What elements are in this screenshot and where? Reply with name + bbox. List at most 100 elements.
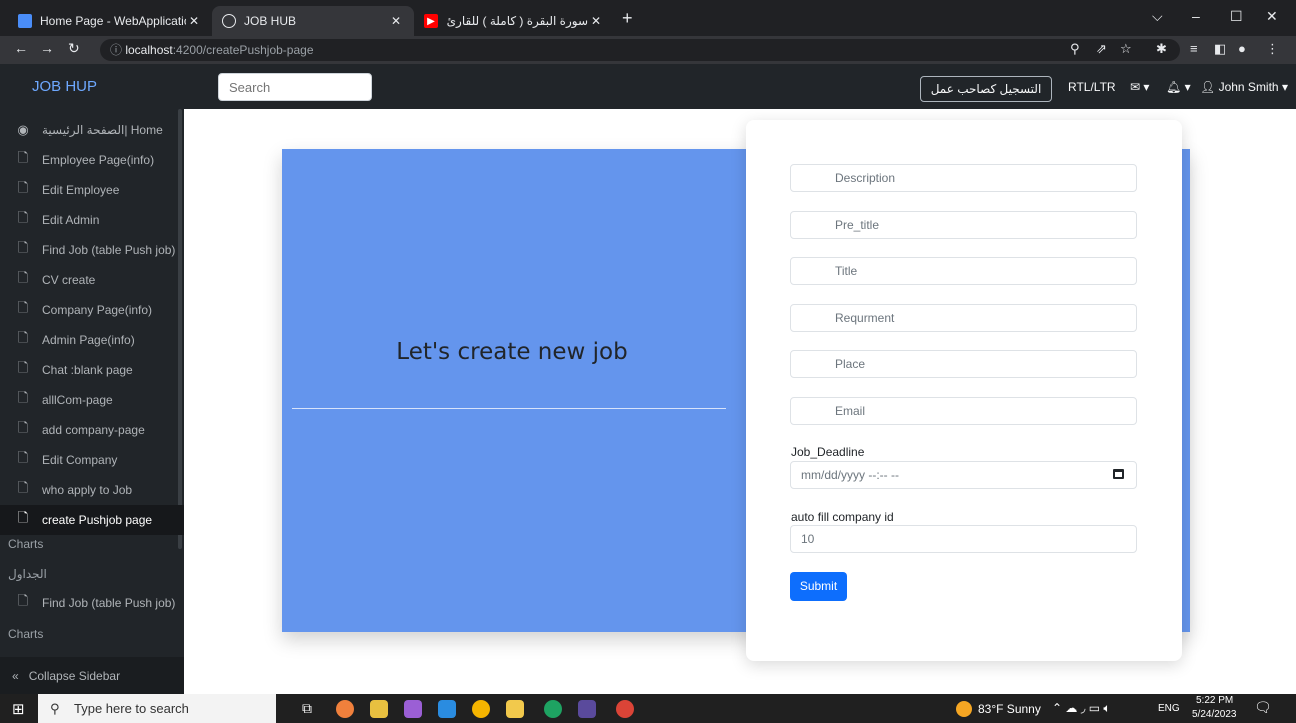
system-tray-icons[interactable]: ⌃ ☁ ◞ ▭ 🔈︎ [1052, 701, 1111, 716]
sidebar-item-find-job-2[interactable]: 🗋 Find Job (table Push job) [0, 588, 184, 618]
menu-icon[interactable]: ⋮ [1266, 41, 1279, 57]
minimize-button[interactable]: – [1192, 8, 1200, 24]
taskbar-search[interactable]: ⚲ Type here to search [38, 694, 276, 723]
language-indicator[interactable]: ENG [1158, 703, 1180, 714]
sidebar-item-label: Find Job (table Push job) [42, 243, 176, 257]
weather-text[interactable]: 83°F Sunny [978, 702, 1041, 716]
deadline-input[interactable]: mm/dd/yyyy --:-- -- [790, 461, 1137, 489]
clock-date[interactable]: 5/24/2023 [1192, 709, 1237, 720]
page-icon: 🗋 [17, 210, 29, 225]
bell-icon[interactable]: 🔔︎ ▾ [1166, 80, 1191, 94]
chrome-alt-icon[interactable] [616, 700, 634, 718]
sidebar-item-label: alllCom-page [42, 393, 113, 407]
app-icon-paint[interactable] [370, 700, 388, 718]
terminal-icon[interactable] [578, 700, 596, 718]
browser-tab-youtube[interactable]: ▶ سورة البقرة ( كاملة ) للقارئ اسـ ✕ [414, 6, 614, 36]
browser-tab-home[interactable]: Home Page - WebApplication3 ✕ [8, 6, 212, 36]
email-input[interactable]: Email [790, 397, 1137, 425]
sidebar-item[interactable]: 🗋 Edit Company [0, 445, 184, 475]
chrome-active-icon[interactable] [544, 700, 562, 718]
chevron-down-icon[interactable]: ⌵ [1152, 8, 1163, 25]
sidebar-item[interactable]: 🗋 CV create [0, 265, 184, 295]
sidebar-item[interactable]: 🗋 add company-page [0, 415, 184, 445]
zoom-icon[interactable]: ⚲ [1070, 41, 1080, 57]
extensions-icon[interactable]: ✱ [1156, 41, 1167, 57]
page-icon: 🗋 [17, 360, 29, 375]
vscode-icon[interactable] [438, 700, 456, 718]
rtl-ltr-toggle[interactable]: RTL/LTR [1068, 80, 1116, 94]
star-icon[interactable]: ☆ [1120, 41, 1132, 57]
collapse-sidebar-button[interactable]: « Collapse Sidebar [0, 657, 184, 694]
close-icon[interactable]: ✕ [588, 14, 604, 28]
notifications-icon[interactable]: 🗨︎ [1254, 699, 1272, 716]
reading-list-icon[interactable]: ≡ [1190, 41, 1198, 56]
browser-tab-jobhub[interactable]: JOB HUB ✕ [212, 6, 414, 36]
sidebar-heading-charts-2: Charts [8, 627, 44, 641]
register-employer-button[interactable]: التسجيل كصاحب عمل [920, 76, 1052, 102]
title-input[interactable]: Title [790, 257, 1137, 285]
task-view-icon[interactable]: ⧉ [302, 700, 312, 717]
requirement-input[interactable]: Requrment [790, 304, 1137, 332]
pre-title-input[interactable]: Pre_title [790, 211, 1137, 239]
sidebar-item-label: Admin Page(info) [42, 333, 135, 347]
visual-studio-icon[interactable] [404, 700, 422, 718]
dashboard-icon: ◉ [17, 122, 29, 137]
sidebar-item-label: Company Page(info) [42, 303, 153, 317]
submit-button[interactable]: Submit [790, 572, 847, 601]
youtube-icon: ▶ [424, 14, 438, 28]
share-icon[interactable]: ⇗ [1096, 41, 1107, 57]
brand-logo[interactable]: JOB HUP [32, 78, 97, 95]
sidebar-item[interactable]: 🗋 Edit Admin [0, 205, 184, 235]
maximize-button[interactable]: ☐ [1230, 8, 1243, 25]
profile-icon[interactable]: ● [1238, 41, 1246, 56]
close-icon[interactable]: ✕ [186, 14, 202, 28]
sidebar-item[interactable]: ◉ الصفحة الرئيسية| Home [0, 115, 184, 145]
page-icon: 🗋 [17, 300, 29, 315]
sidepanel-icon[interactable]: ◧ [1214, 41, 1226, 57]
sidebar-item[interactable]: 🗋 alllCom-page [0, 385, 184, 415]
reload-icon[interactable]: ↻ [68, 40, 80, 57]
place-input[interactable]: Place [790, 350, 1137, 378]
browser-tab-strip: Home Page - WebApplication3 ✕ JOB HUB ✕ … [0, 0, 1296, 36]
sidebar-item[interactable]: 🗋 Chat :blank page [0, 355, 184, 385]
windows-start-icon[interactable]: ⊞ [12, 700, 25, 718]
weather-icon [956, 701, 972, 717]
sidebar-item[interactable]: 🗋 who apply to Job [0, 475, 184, 505]
page-icon: 🗋 [17, 390, 29, 405]
user-menu[interactable]: 👤︎ John Smith ▾ [1200, 80, 1288, 94]
sidebar-item[interactable]: 🗋 create Pushjob page [0, 505, 184, 535]
sidebar-item[interactable]: 🗋 Edit Employee [0, 175, 184, 205]
sidebar-item[interactable]: 🗋 Employee Page(info) [0, 145, 184, 175]
sidebar-item-label: who apply to Job [42, 483, 133, 497]
sidebar-item[interactable]: 🗋 Admin Page(info) [0, 325, 184, 355]
company-id-input[interactable]: 10 [790, 525, 1137, 553]
tab-title: سورة البقرة ( كاملة ) للقارئ اسـ [446, 14, 588, 28]
close-icon[interactable]: ✕ [388, 14, 404, 28]
page-icon: 🗋 [17, 420, 29, 435]
close-window-button[interactable]: ✕ [1266, 8, 1278, 25]
clock-time[interactable]: 5:22 PM [1196, 695, 1233, 706]
page-icon: 🗋 [17, 593, 29, 608]
collapse-label: Collapse Sidebar [28, 668, 121, 683]
sidebar-item-label: Edit Company [42, 453, 118, 467]
deadline-placeholder: mm/dd/yyyy --:-- -- [801, 468, 899, 482]
tab-title: JOB HUB [244, 14, 297, 28]
messages-icon[interactable]: ✉ ▾ [1130, 80, 1149, 94]
calendar-icon[interactable] [1113, 469, 1124, 479]
hero-title: Let's create new job [396, 339, 628, 365]
back-icon[interactable]: ← [14, 40, 28, 56]
user-name: John Smith [1218, 80, 1279, 94]
chrome-icon[interactable] [472, 700, 490, 718]
description-input[interactable]: Description [790, 164, 1137, 192]
file-explorer-icon[interactable] [506, 700, 524, 718]
url-host: localhost [125, 43, 173, 57]
new-tab-button[interactable]: + [622, 8, 633, 29]
page-icon [18, 14, 32, 28]
sidebar-heading-charts: Charts [8, 537, 44, 551]
search-input[interactable] [218, 73, 372, 101]
sidebar-item[interactable]: 🗋 Company Page(info) [0, 295, 184, 325]
app-icon-orange[interactable] [336, 700, 354, 718]
forward-icon[interactable]: → [40, 40, 54, 56]
sidebar-item[interactable]: 🗋 Find Job (table Push job) [0, 235, 184, 265]
address-bar[interactable]: ⓘ localhost:4200/createPushjob-page [100, 39, 1180, 61]
